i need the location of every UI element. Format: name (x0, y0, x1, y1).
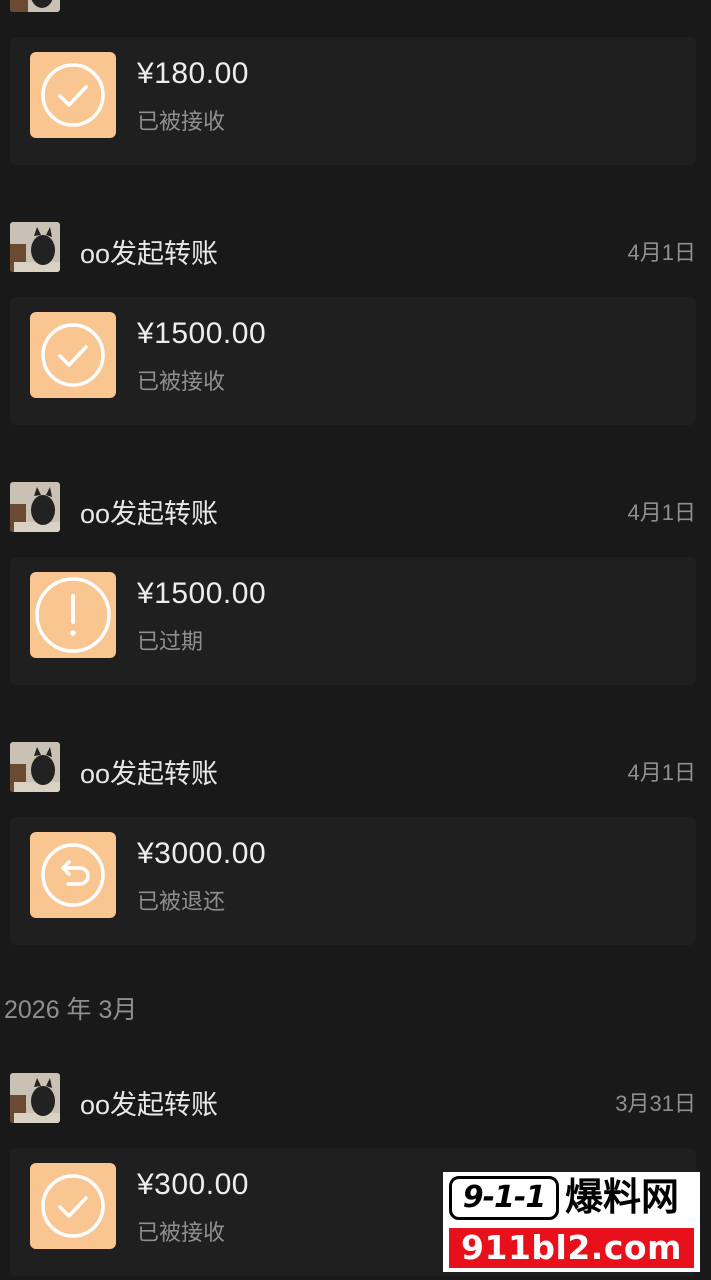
transfer-date: 3月31日 (615, 1091, 696, 1116)
transfer-date: 4月1日 (627, 500, 696, 525)
avatar[interactable] (10, 742, 60, 792)
transfer-card[interactable]: ¥180.00 已被接收 (10, 37, 696, 165)
transfer-header: oo发起转账 3月31日 (0, 1073, 711, 1123)
transfer-date: 4月1日 (627, 760, 696, 785)
check-circle-icon (30, 1163, 116, 1249)
watermark-url: 911bl2.com (449, 1228, 694, 1268)
avatar[interactable] (10, 1073, 60, 1123)
transfer-date: 4月1日 (627, 240, 696, 265)
avatar[interactable] (10, 0, 60, 12)
transfer-sender-title: oo发起转账 (80, 239, 219, 269)
watermark-badge: 9-1-1 (449, 1176, 559, 1220)
check-circle-icon (30, 52, 116, 138)
return-arrow-icon (30, 832, 116, 918)
transfer-header: oo发起转账 4月1日 (0, 482, 711, 532)
transfer-amount: ¥3000.00 (137, 837, 267, 870)
transfer-amount: ¥1500.00 (137, 577, 267, 610)
transfer-header: oo发起转账 4月1日 (0, 742, 711, 792)
transfer-card[interactable]: ¥1500.00 已过期 (10, 557, 696, 685)
transfer-header: oo发起转账 4月1日 (0, 222, 711, 272)
transfer-status: 已被接收 (137, 369, 226, 394)
transfer-sender-title: oo发起转账 (80, 759, 219, 789)
transfer-amount: ¥300.00 (137, 1168, 249, 1201)
transfer-amount: ¥1500.00 (137, 317, 267, 350)
transfer-amount: ¥180.00 (137, 57, 249, 90)
transfer-card[interactable]: ¥1500.00 已被接收 (10, 297, 696, 425)
transfer-history-page: ¥180.00 已被接收 oo发起转账 4月1日 ¥1500.00 已被接收 o… (0, 0, 711, 1280)
transfer-sender-title: oo发起转账 (80, 499, 219, 529)
transfer-sender-title: oo发起转账 (80, 1090, 219, 1120)
transfer-status: 已被接收 (137, 109, 226, 134)
transfer-status: 已被退还 (137, 889, 226, 914)
watermark-logo: 9-1-1 爆料网 911bl2.com (443, 1172, 700, 1272)
exclamation-circle-icon (30, 572, 116, 658)
check-circle-icon (30, 312, 116, 398)
transfer-status: 已过期 (137, 629, 204, 654)
avatar[interactable] (10, 222, 60, 272)
watermark-word: 爆料网 (565, 1175, 680, 1219)
month-header: 2026 年 3月 (4, 996, 138, 1024)
transfer-card[interactable]: ¥3000.00 已被退还 (10, 817, 696, 945)
transfer-status: 已被接收 (137, 1220, 226, 1245)
avatar[interactable] (10, 482, 60, 532)
